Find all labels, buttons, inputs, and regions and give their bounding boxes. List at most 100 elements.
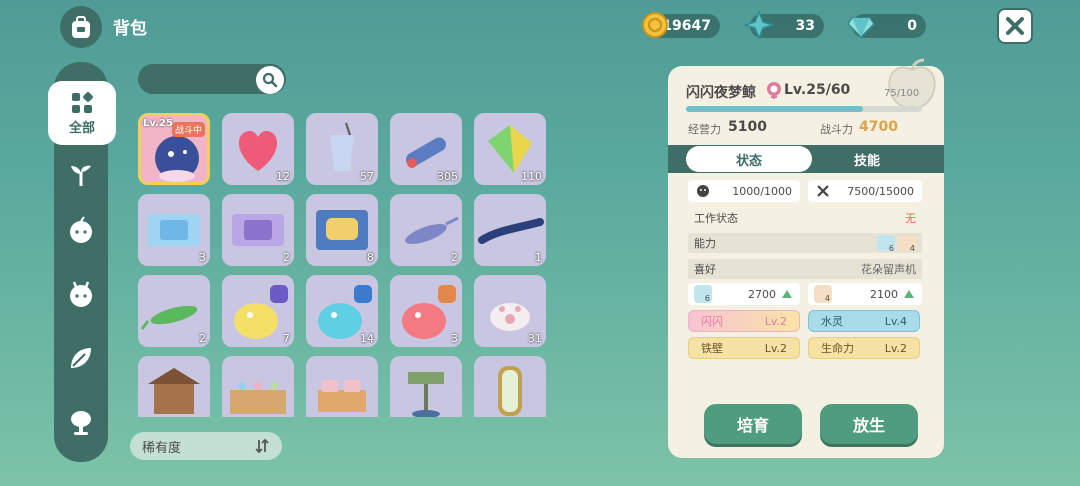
item-count: 14 xyxy=(360,332,374,345)
inventory-item-paw-cushion[interactable]: 31 xyxy=(474,275,546,347)
pet-face-icon xyxy=(70,216,92,243)
exp-bar xyxy=(686,106,922,112)
trait-pill-1[interactable]: 闪闪 Lv.2 xyxy=(688,310,800,332)
exp-bar-fill xyxy=(686,106,863,112)
hand-stat-value: 2100 xyxy=(870,287,898,301)
hobby-row: 喜好 花朵留声机 xyxy=(688,259,922,279)
up-arrow-icon xyxy=(904,290,914,298)
sort-arrows-icon xyxy=(255,438,269,454)
water-ability-icon: 6 xyxy=(877,235,895,253)
manage-value: 5100 xyxy=(728,119,767,135)
nav-item-leaf[interactable] xyxy=(54,338,108,378)
page-title: 背包 xyxy=(113,19,147,39)
trait-name: 水灵 xyxy=(821,315,843,328)
inventory-item-pink-slime[interactable]: 3 xyxy=(390,275,462,347)
item-count: 57 xyxy=(360,170,374,183)
trait-level: Lv.2 xyxy=(764,341,787,355)
inventory-grid: Lv.25 战斗中 12 57 305 110 3 2 8 2 1 2 7 14 3 31 xyxy=(138,113,548,417)
inventory-item-drink-cup[interactable]: 57 xyxy=(306,113,378,185)
item-count: 31 xyxy=(528,332,542,345)
shelf-icon xyxy=(230,382,286,414)
close-icon xyxy=(1006,17,1024,35)
combat-label: 战斗力 xyxy=(820,123,853,136)
inventory-item-wood-house[interactable] xyxy=(138,356,210,417)
hobby-label: 喜好 xyxy=(694,263,716,276)
nav-item-all[interactable]: 全部 xyxy=(48,81,116,145)
inventory-item-mirror[interactable] xyxy=(474,356,546,417)
hunger-stat: 1000/1000 xyxy=(688,180,800,202)
hunger-icon xyxy=(697,185,709,197)
item-count: 3 xyxy=(451,332,458,345)
inventory-item-shelf[interactable] xyxy=(222,356,294,417)
close-button[interactable] xyxy=(997,8,1033,44)
release-button[interactable]: 放生 xyxy=(820,404,918,444)
inventory-item-yellow-slime[interactable]: 7 xyxy=(222,275,294,347)
breed-button[interactable]: 培育 xyxy=(704,404,802,444)
work-status-value: 无 xyxy=(905,212,916,225)
coin-icon xyxy=(642,12,668,38)
item-count: 3 xyxy=(199,251,206,264)
grid-icon xyxy=(72,91,93,113)
inventory-item-green-fish[interactable]: 2 xyxy=(138,275,210,347)
work-status-label: 工作状态 xyxy=(694,212,738,225)
nav-item-plant[interactable] xyxy=(54,154,108,194)
mirror-icon xyxy=(498,366,522,416)
inventory-item-box[interactable] xyxy=(306,356,378,417)
tools-icon xyxy=(817,185,829,197)
ability-row: 能力 6 4 xyxy=(688,233,922,253)
combat-value: 4700 xyxy=(859,119,898,135)
pet-level: Lv.25/60 xyxy=(784,82,851,98)
up-arrow-icon xyxy=(782,290,792,298)
inventory-item-heart[interactable]: 12 xyxy=(222,113,294,185)
trait-name: 生命力 xyxy=(821,342,854,355)
backpack-icon xyxy=(72,16,90,38)
water-stat: 6 2700 xyxy=(688,283,800,305)
gem-counter: 0 xyxy=(847,14,926,39)
trait-pill-2[interactable]: 水灵 Lv.4 xyxy=(808,310,920,332)
nav-item-tree[interactable] xyxy=(54,402,108,442)
leaf-icon xyxy=(71,348,91,368)
trait-level: Lv.2 xyxy=(884,341,907,355)
inventory-item-purple-ticket[interactable]: 2 xyxy=(222,194,294,266)
stamina-value: 7500/15000 xyxy=(847,184,914,198)
in-battle-badge: 战斗中 xyxy=(171,122,205,137)
water-stat-value: 2700 xyxy=(748,287,776,301)
item-count: 8 xyxy=(367,251,374,264)
tree-icon xyxy=(71,411,91,435)
item-count: 2 xyxy=(199,332,206,345)
hand-ability-icon: 4 xyxy=(898,235,916,253)
inventory-item-sofa-card[interactable]: 8 xyxy=(306,194,378,266)
search-button[interactable] xyxy=(256,66,284,94)
inventory-item-sparkle-whale[interactable]: Lv.25 战斗中 xyxy=(138,113,210,185)
inventory-item-signpost[interactable] xyxy=(390,356,462,417)
inventory-item-green-crystal[interactable]: 110 xyxy=(474,113,546,185)
inventory-item-blue-slime[interactable]: 14 xyxy=(306,275,378,347)
inventory-item-spray-bottle[interactable]: 305 xyxy=(390,113,462,185)
tab-state[interactable]: 状态 xyxy=(686,146,812,172)
nav-item-pet[interactable] xyxy=(54,210,108,250)
tab-skill[interactable]: 技能 xyxy=(812,146,922,172)
sort-button[interactable]: 稀有度 xyxy=(130,432,282,460)
inventory-item-blue-ticket[interactable]: 3 xyxy=(138,194,210,266)
creature-icon xyxy=(70,281,92,307)
trait-name: 闪闪 xyxy=(701,315,723,328)
trait-name: 铁壁 xyxy=(701,342,723,355)
item-level-badge: Lv.25 xyxy=(143,118,173,129)
trait-level: Lv.2 xyxy=(764,314,787,328)
item-count: 1 xyxy=(535,251,542,264)
sort-label: 稀有度 xyxy=(142,440,182,456)
trait-pill-4[interactable]: 生命力 Lv.2 xyxy=(808,337,920,359)
stamina-stat: 7500/15000 xyxy=(808,180,922,202)
nav-item-creature[interactable] xyxy=(54,274,108,314)
inventory-item-swordfish[interactable]: 2 xyxy=(390,194,462,266)
work-status-row: 工作状态 无 xyxy=(688,208,922,228)
signpost-icon xyxy=(408,372,444,417)
item-count: 2 xyxy=(451,251,458,264)
hand-stat: 4 2100 xyxy=(808,283,922,305)
box-icon xyxy=(318,380,366,412)
nav-all-label: 全部 xyxy=(68,120,95,136)
coin-counter: 19647 xyxy=(642,12,720,38)
inventory-item-eel[interactable]: 1 xyxy=(474,194,546,266)
backpack-button[interactable] xyxy=(60,6,102,48)
trait-pill-3[interactable]: 铁壁 Lv.2 xyxy=(688,337,800,359)
